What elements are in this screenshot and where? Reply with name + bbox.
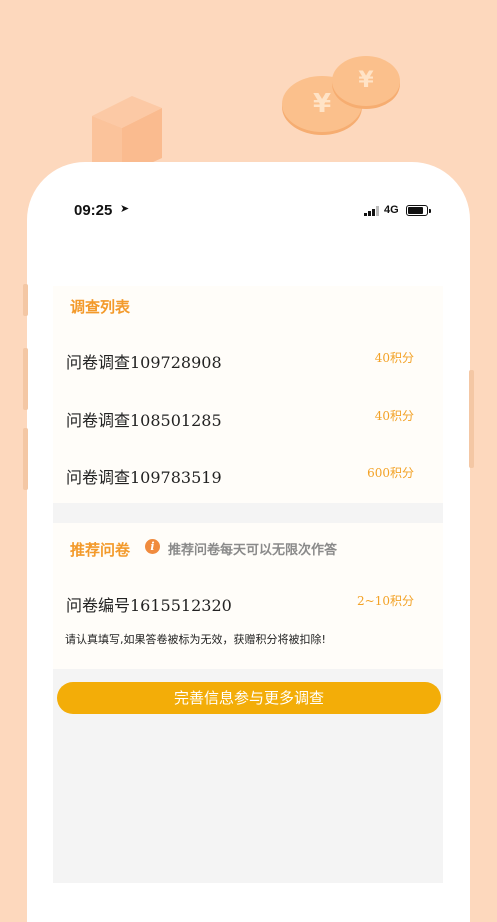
survey-list-title: 调查列表 <box>70 298 131 316</box>
status-bar: 09:25 ➤ 4G <box>74 202 438 222</box>
recommended-title: 推荐问卷 <box>70 541 131 559</box>
info-icon: i <box>145 539 160 554</box>
phone-side-button <box>23 284 28 316</box>
phone-side-button <box>23 348 28 410</box>
survey-name: 问卷调查108501285 <box>66 411 222 430</box>
survey-points: 2~10积分 <box>357 594 414 608</box>
location-arrow-icon: ➤ <box>120 202 130 215</box>
battery-icon <box>406 205 431 216</box>
survey-points: 600积分 <box>367 466 414 480</box>
coin-decoration: ¥ <box>332 56 400 106</box>
signal-icon <box>364 206 379 216</box>
recommended-card: 推荐问卷 i 推荐问卷每天可以无限次作答 问卷编号1615512320 2~10… <box>53 523 443 669</box>
recommended-tip: 推荐问卷每天可以无限次作答 <box>168 543 338 558</box>
survey-points: 40积分 <box>374 351 414 365</box>
phone-side-button <box>23 428 28 490</box>
phone-side-button <box>469 370 474 468</box>
survey-points: 40积分 <box>374 409 414 423</box>
warning-text: 请认真填写,如果答卷被标为无效，获赠积分将被扣除! <box>65 633 326 646</box>
survey-list-card: 调查列表 问卷调查109728908 40积分 问卷调查108501285 40… <box>53 286 443 503</box>
survey-name: 问卷调查109783519 <box>66 468 222 487</box>
network-label: 4G <box>384 204 399 216</box>
survey-name: 问卷调查109728908 <box>66 353 222 372</box>
complete-info-button[interactable]: 完善信息参与更多调查 <box>57 682 441 714</box>
survey-name: 问卷编号1615512320 <box>66 596 232 615</box>
status-time: 09:25 <box>74 202 113 219</box>
